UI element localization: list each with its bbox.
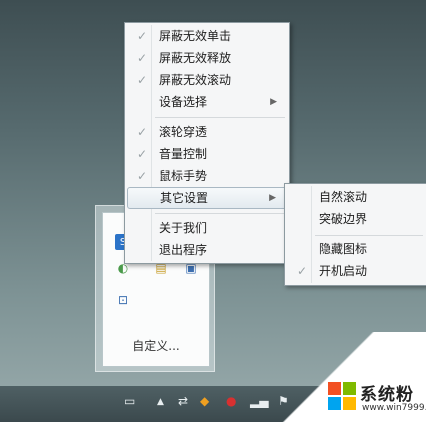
watermark-brand: 系统粉: [360, 385, 414, 405]
submenu-arrow-icon: ▶: [270, 97, 277, 107]
keyboard-icon[interactable]: ▭: [124, 394, 135, 408]
submenu-item-hide-icon[interactable]: 隐藏图标: [287, 238, 425, 260]
menu-item-other-settings[interactable]: 其它设置 ▶: [127, 187, 287, 209]
security-icon[interactable]: ●: [226, 394, 236, 408]
menu-item-label: 音量控制: [159, 147, 208, 161]
check-icon: ✓: [136, 147, 148, 161]
menu-item-label: 屏蔽无效释放: [159, 51, 232, 65]
menu-item-label: 突破边界: [319, 212, 368, 226]
watermark-url: www.win7999.com: [362, 403, 426, 413]
network-icon[interactable]: ⇄: [178, 394, 188, 408]
submenu-item-auto-start[interactable]: ✓ 开机启动: [287, 260, 425, 282]
app-icon[interactable]: ◆: [200, 394, 209, 408]
menu-item-wheel-passthrough[interactable]: ✓ 滚轮穿透: [127, 121, 287, 143]
menu-item-label: 其它设置: [160, 191, 209, 205]
submenu-arrow-icon: ▶: [269, 193, 276, 203]
menu-item-label: 自然滚动: [319, 190, 368, 204]
check-icon: ✓: [136, 125, 148, 139]
submenu-item-break-boundary[interactable]: 突破边界: [287, 208, 425, 230]
menu-item-label: 屏蔽无效滚动: [159, 73, 232, 87]
menu-item-block-invalid-click[interactable]: ✓ 屏蔽无效单击: [127, 25, 287, 47]
check-icon: ✓: [136, 29, 148, 43]
menu-item-label: 关于我们: [159, 221, 208, 235]
menu-item-volume-control[interactable]: ✓ 音量控制: [127, 143, 287, 165]
menu-item-mouse-gestures[interactable]: ✓ 鼠标手势: [127, 165, 287, 187]
menu-item-exit-program[interactable]: 退出程序: [127, 239, 287, 261]
site-watermark: 系统粉 www.win7999.com: [276, 332, 426, 422]
menu-item-label: 滚轮穿透: [159, 125, 208, 139]
logo-square-blue: [328, 397, 341, 410]
logo-square-green: [343, 382, 356, 395]
menu-separator: [315, 235, 423, 236]
menu-item-block-invalid-scroll[interactable]: ✓ 屏蔽无效滚动: [127, 69, 287, 91]
check-icon: ✓: [296, 264, 308, 278]
menu-item-about-us[interactable]: 关于我们: [127, 217, 287, 239]
customize-link[interactable]: 自定义...: [103, 337, 209, 354]
menu-item-label: 开机启动: [319, 264, 368, 278]
check-icon: ✓: [136, 73, 148, 87]
menu-item-label: 设备选择: [159, 95, 208, 109]
menu-item-device-select[interactable]: 设备选择 ▶: [127, 91, 287, 113]
logo-square-yellow: [343, 397, 356, 410]
windows-logo-icon: [328, 382, 356, 410]
menu-item-block-invalid-release[interactable]: ✓ 屏蔽无效释放: [127, 47, 287, 69]
check-icon: ✓: [136, 169, 148, 183]
context-menu: ✓ 屏蔽无效单击 ✓ 屏蔽无效释放 ✓ 屏蔽无效滚动 设备选择 ▶ ✓ 滚轮穿透…: [124, 22, 290, 264]
menu-item-label: 隐藏图标: [319, 242, 368, 256]
other-settings-submenu: 自然滚动 突破边界 隐藏图标 ✓ 开机启动: [284, 183, 426, 286]
logo-square-red: [328, 382, 341, 395]
menu-item-label: 退出程序: [159, 243, 208, 257]
check-icon: ✓: [136, 51, 148, 65]
menu-item-label: 鼠标手势: [159, 169, 208, 183]
submenu-item-natural-scroll[interactable]: 自然滚动: [287, 186, 425, 208]
menu-separator: [155, 117, 285, 118]
search-doc-tray-icon[interactable]: ⊡: [115, 292, 131, 308]
menu-item-label: 屏蔽无效单击: [159, 29, 232, 43]
signal-icon[interactable]: ▂▄: [250, 394, 268, 408]
show-hidden-icons-icon[interactable]: ▲: [157, 397, 164, 407]
menu-separator: [155, 213, 285, 214]
